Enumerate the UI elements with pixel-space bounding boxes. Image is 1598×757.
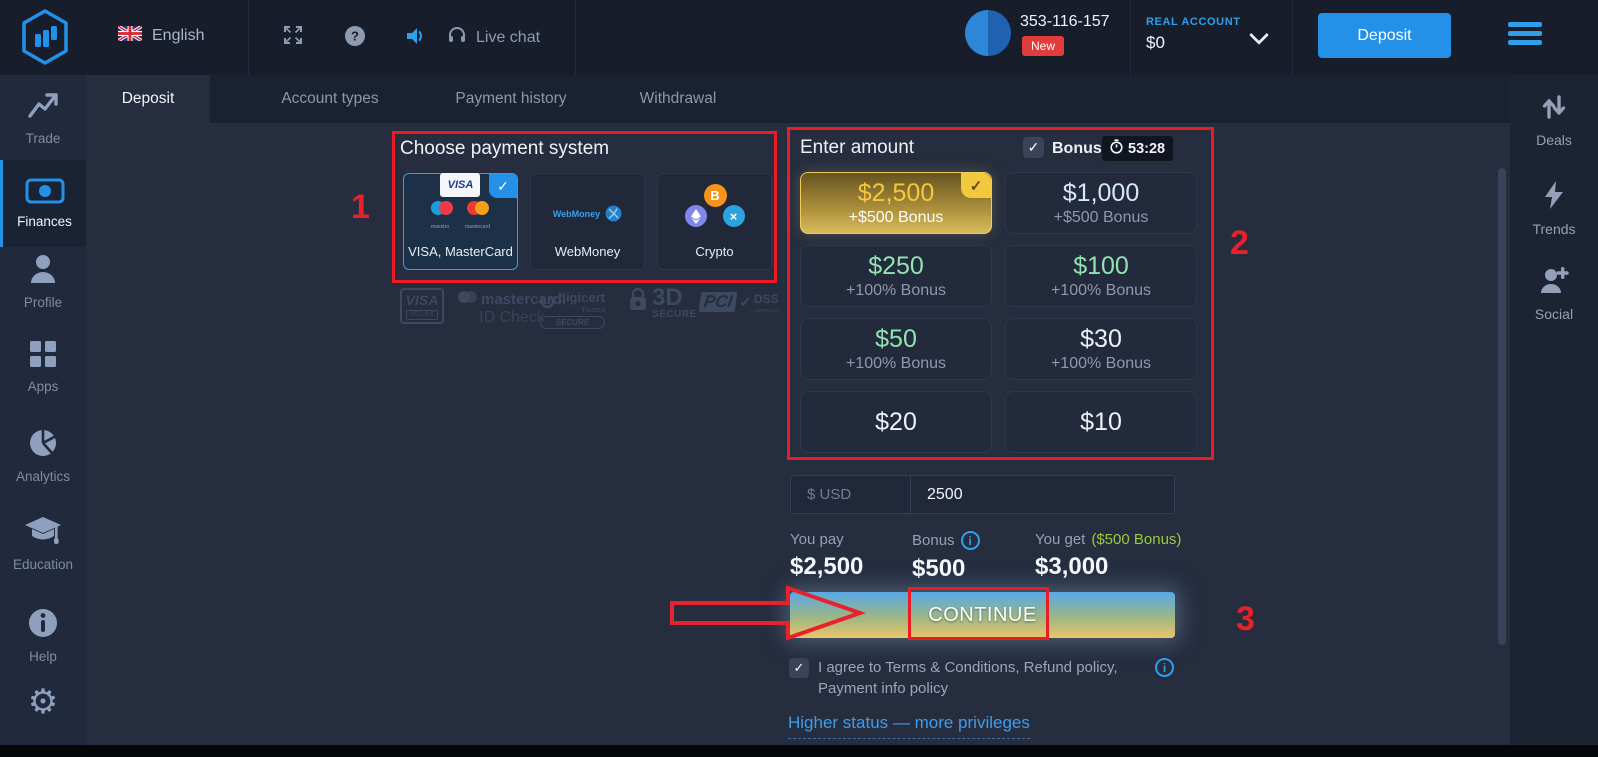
avatar[interactable]	[965, 10, 1011, 56]
visa-secure-badge: VISA SECURE	[400, 288, 444, 324]
left-sidebar: Trade Finances Profile	[0, 75, 86, 745]
sidebar-item-help[interactable]: Help	[0, 607, 86, 664]
amount-input[interactable]	[911, 476, 1174, 513]
sidebar-label: Deals	[1536, 132, 1572, 148]
sidebar-item-profile[interactable]: Profile	[0, 253, 86, 310]
uk-flag-icon	[118, 26, 142, 46]
scrollbar[interactable]	[1498, 168, 1506, 645]
language-label: English	[152, 27, 204, 45]
graduation-cap-icon	[24, 515, 62, 550]
you-pay-value: $2,500	[790, 553, 863, 581]
divider	[248, 0, 249, 75]
sound-icon[interactable]	[404, 25, 426, 52]
sidebar-item-analytics[interactable]: Analytics	[0, 427, 86, 484]
higher-status-link[interactable]: Higher status — more privileges	[788, 713, 1030, 739]
sidebar-item-trade[interactable]: Trade	[0, 91, 86, 146]
annotation-box-2	[787, 127, 1214, 460]
you-get-block: You get ($500 Bonus) $3,000	[1035, 531, 1181, 581]
deals-arrows-icon	[1540, 93, 1568, 124]
bottom-black-bar	[0, 745, 1598, 757]
bonus-value: $500	[912, 555, 980, 583]
agree-terms-text: I agree to Terms & Conditions, Refund po…	[818, 657, 1153, 699]
sidebar-label: Profile	[24, 295, 62, 310]
currency-label[interactable]: $ USD	[791, 476, 911, 513]
you-pay-block: You pay $2,500	[790, 531, 863, 581]
divider	[575, 0, 576, 75]
svg-text:?: ?	[351, 29, 359, 44]
tab-withdrawal[interactable]: Withdrawal	[612, 75, 744, 123]
amount-input-group: $ USD	[790, 475, 1175, 514]
account-balance: $0	[1146, 33, 1165, 53]
you-get-label: You get	[1035, 531, 1085, 548]
info-circle-icon	[27, 607, 59, 642]
sidebar-item-social[interactable]: Social	[1510, 265, 1598, 322]
annotation-number-1: 1	[351, 188, 370, 227]
menu-icon[interactable]	[1508, 22, 1542, 49]
apps-grid-icon	[28, 339, 58, 372]
profile-icon	[28, 253, 58, 288]
gear-icon: ⚙	[28, 685, 58, 719]
fullscreen-icon[interactable]	[283, 25, 303, 50]
trade-icon	[26, 91, 60, 124]
sidebar-label: Education	[13, 557, 73, 572]
you-get-value: $3,000	[1035, 553, 1181, 581]
section-tabs: Deposit Account types Payment history Wi…	[86, 75, 1510, 123]
bonus-info-icon[interactable]: i	[961, 531, 980, 550]
sidebar-label: Trends	[1532, 221, 1575, 237]
account-type-label: REAL ACCOUNT	[1146, 16, 1241, 28]
finances-icon	[25, 178, 65, 207]
tab-account-types[interactable]: Account types	[245, 75, 415, 123]
deposit-page: English ?	[0, 0, 1598, 757]
sidebar-label: Social	[1535, 306, 1573, 322]
sidebar-label: Help	[29, 649, 57, 664]
top-bar: English ?	[0, 0, 1598, 75]
live-chat-button[interactable]: Live chat	[447, 25, 540, 50]
account-id: 353-116-157	[1020, 13, 1110, 31]
lightning-icon	[1542, 180, 1566, 213]
sidebar-label: Analytics	[16, 469, 70, 484]
annotation-arrow	[668, 583, 868, 643]
add-user-icon	[1538, 265, 1570, 298]
new-badge: New	[1022, 36, 1064, 56]
sidebar-item-finances[interactable]: Finances	[0, 160, 86, 247]
sidebar-label: Trade	[26, 131, 61, 146]
pci-dss-badge: PCI ✓ DSS COMPLIANT	[700, 290, 780, 313]
divider	[1130, 0, 1131, 75]
topbar-deposit-button[interactable]: Deposit	[1318, 13, 1451, 58]
divider	[1292, 0, 1293, 75]
annotation-box-3	[908, 587, 1049, 640]
headset-icon	[447, 25, 467, 50]
sidebar-item-apps[interactable]: Apps	[0, 339, 86, 394]
bonus-block: Bonus i $500	[912, 531, 980, 583]
sidebar-item-settings[interactable]: ⚙	[0, 685, 86, 719]
you-pay-label: You pay	[790, 531, 844, 548]
annotation-number-3: 3	[1236, 600, 1255, 639]
digicert-badge: digicert Trusted SECURE	[540, 289, 605, 329]
sidebar-item-trends[interactable]: Trends	[1510, 180, 1598, 237]
annotation-box-1	[392, 131, 777, 283]
agree-checkbox[interactable]: ✓	[789, 658, 809, 678]
tab-deposit[interactable]: Deposit	[86, 75, 210, 123]
right-sidebar: Deals Trends Social	[1510, 75, 1598, 745]
3d-secure-badge: 3D SECURE	[628, 287, 697, 320]
sidebar-label: Apps	[28, 379, 59, 394]
help-circle-icon[interactable]: ?	[344, 25, 366, 52]
sidebar-label: Finances	[17, 214, 72, 229]
sidebar-item-deals[interactable]: Deals	[1510, 93, 1598, 148]
brand-logo-icon[interactable]	[18, 8, 72, 71]
tab-payment-history[interactable]: Payment history	[418, 75, 604, 123]
sidebar-item-education[interactable]: Education	[0, 515, 86, 572]
you-get-bonus-note: ($500 Bonus)	[1091, 531, 1181, 548]
terms-info-icon[interactable]: i	[1155, 658, 1174, 677]
language-selector[interactable]: English	[118, 26, 204, 46]
annotation-number-2: 2	[1230, 224, 1249, 263]
pie-chart-icon	[27, 427, 59, 462]
account-dropdown-chevron-icon[interactable]	[1249, 25, 1269, 45]
bonus-summary-label: Bonus	[912, 532, 955, 549]
live-chat-label: Live chat	[476, 29, 540, 47]
